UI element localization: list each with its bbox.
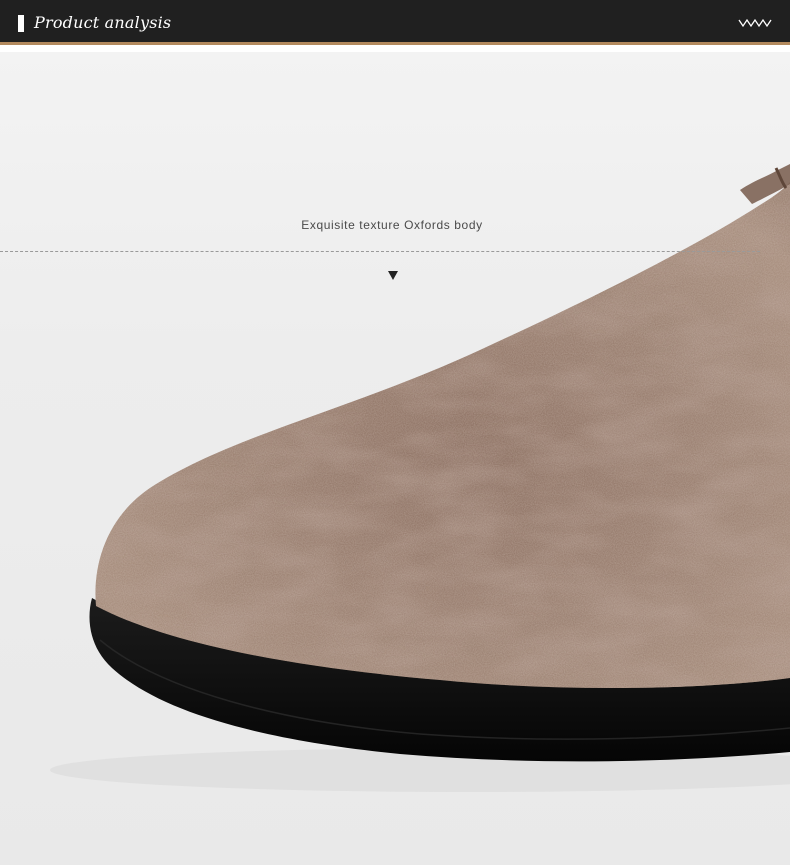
product-analysis-page: Product analysis Exquisite texture Oxfor… [0, 0, 790, 865]
triangle-down-icon [388, 271, 398, 280]
shoe-closeup-image [50, 164, 790, 792]
feature-caption: Exquisite texture Oxfords body [301, 218, 483, 232]
caption-divider [0, 251, 760, 252]
